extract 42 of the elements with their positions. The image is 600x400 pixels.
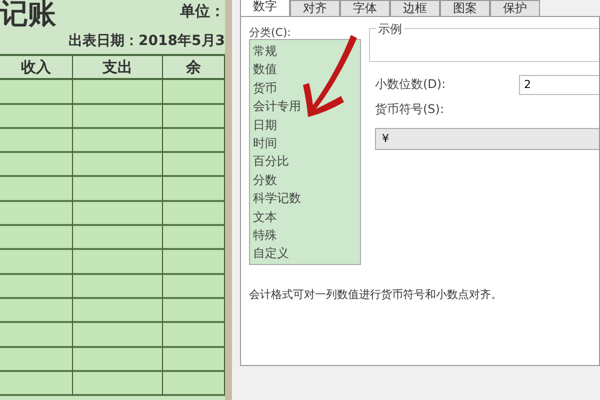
tab[interactable]: 图案	[440, 0, 490, 16]
table-cell	[163, 128, 225, 154]
category-item[interactable]: 科学记数	[253, 189, 360, 208]
category-item[interactable]: 文本	[253, 208, 360, 226]
category-item[interactable]: 自定义	[253, 244, 360, 263]
table-cell	[163, 348, 225, 372]
category-label: 分类(C):	[249, 25, 292, 39]
decimal-places-field[interactable]: 2	[519, 74, 599, 94]
table-cell	[163, 323, 225, 348]
column-header: 收入	[0, 56, 73, 80]
sample-label: 示例	[376, 21, 404, 38]
description-text: 会计格式可对一列数值进行货币符号和小数点对齐。	[249, 287, 503, 302]
table-cell	[163, 250, 225, 275]
table-cell	[163, 202, 225, 226]
table-cell	[163, 226, 225, 250]
category-item[interactable]: 特殊	[253, 226, 360, 244]
table-cell	[163, 153, 225, 178]
tab[interactable]: 保护	[490, 0, 540, 16]
column-header: 余	[163, 56, 225, 80]
unit-label: 单位：	[180, 2, 225, 21]
currency-symbol-label: 货币符号(S):	[374, 101, 446, 118]
table-cell	[163, 104, 225, 129]
category-item[interactable]: 货币	[253, 78, 360, 98]
category-item[interactable]: 日期	[253, 116, 360, 134]
category-item[interactable]: 数值	[253, 60, 360, 79]
tab[interactable]: 对齐	[290, 0, 340, 16]
tab[interactable]: 数字	[240, 0, 290, 16]
tab[interactable]: 字体	[340, 0, 390, 16]
decimal-places-label: 小数位数(D):	[374, 76, 446, 93]
table-cell	[163, 80, 225, 105]
category-item[interactable]: 会计专用	[253, 97, 360, 116]
table-cell	[163, 177, 225, 202]
table-cell	[163, 274, 225, 299]
category-item[interactable]: 时间	[253, 134, 360, 152]
table-cell	[163, 298, 225, 324]
currency-symbol-dropdown[interactable]: ¥	[375, 128, 599, 150]
category-list[interactable]: 常规 数值 货币 会计专用 日期 时间 百分比 分数 科学记数 文本 特殊 自定义	[249, 39, 361, 265]
category-item[interactable]: 常规	[253, 42, 360, 60]
category-item[interactable]: 百分比	[253, 152, 360, 171]
tab[interactable]: 边框	[390, 0, 440, 16]
category-item[interactable]: 分数	[253, 170, 360, 190]
column-header: 支出	[73, 56, 163, 80]
